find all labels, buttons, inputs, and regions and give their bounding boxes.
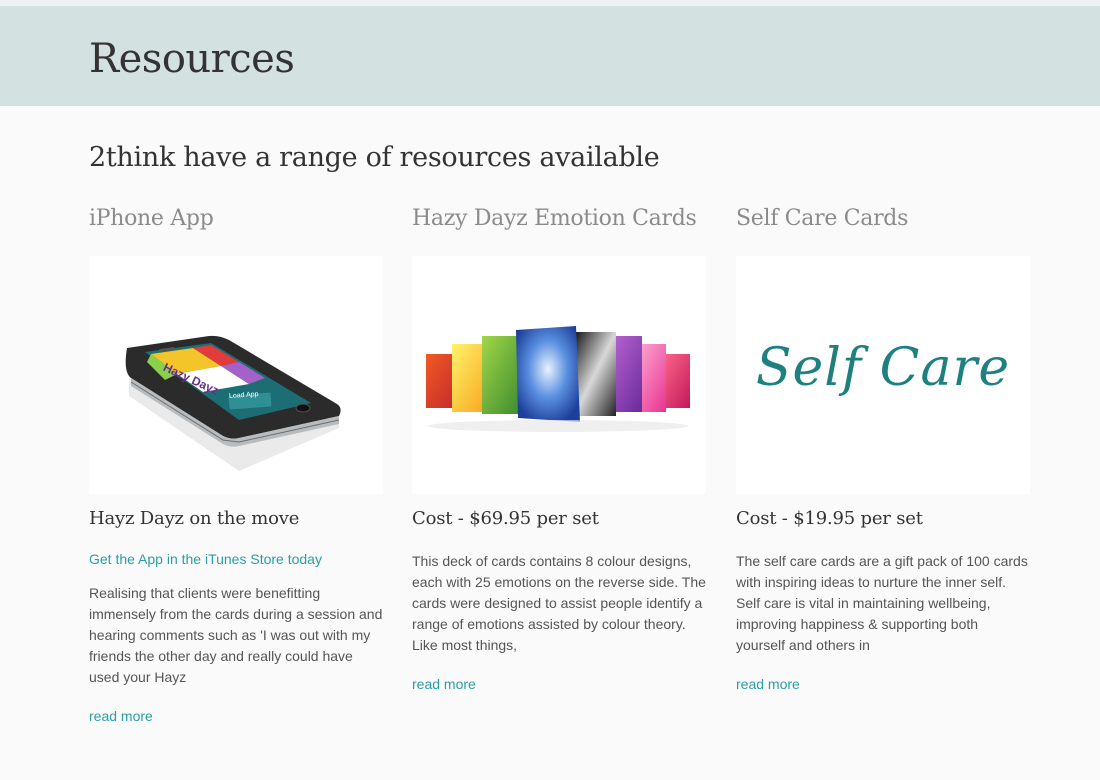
item-title: Cost - $69.95 per set <box>412 508 599 529</box>
read-more-link[interactable]: read more <box>89 708 153 724</box>
resource-heading: iPhone App <box>89 206 214 231</box>
page-title: Resources <box>89 36 295 82</box>
section-subtitle: 2think have a range of resources availab… <box>89 142 660 173</box>
item-title: Cost - $19.95 per set <box>736 508 923 529</box>
self-care-logo-text: Self Care <box>755 338 1011 398</box>
read-more-link[interactable]: read more <box>412 676 476 692</box>
read-more-link[interactable]: read more <box>736 676 800 692</box>
phone-app-image: Hazy Dayz Load App <box>89 256 383 494</box>
page-header: Resources <box>0 6 1100 106</box>
resource-description: This deck of cards contains 8 colour des… <box>412 553 706 653</box>
emotion-cards-image <box>412 256 706 494</box>
self-care-logo-image: Self Care <box>736 256 1030 494</box>
cards-illustration <box>426 326 690 432</box>
resource-emotion-cards: Hazy Dayz Emotion Cards Cost - $69.95 pe… <box>412 206 706 694</box>
resource-self-care-cards: Self Care Cards Self Care Cost - $19.95 … <box>736 206 1030 694</box>
itunes-store-link[interactable]: Get the App in the iTunes Store today <box>89 551 322 567</box>
resource-heading: Hazy Dayz Emotion Cards <box>412 206 697 231</box>
resource-description: Realising that clients were benefitting … <box>89 585 383 685</box>
resource-description: The self care cards are a gift pack of 1… <box>736 553 1028 653</box>
phone-illustration <box>125 335 341 471</box>
resource-heading: Self Care Cards <box>736 206 909 231</box>
item-title: Hayz Dayz on the move <box>89 508 300 529</box>
resource-iphone-app: iPhone App Hazy Dayz Load App Hayz Dayz … <box>89 206 383 726</box>
main-content: 2think have a range of resources availab… <box>0 106 1100 780</box>
